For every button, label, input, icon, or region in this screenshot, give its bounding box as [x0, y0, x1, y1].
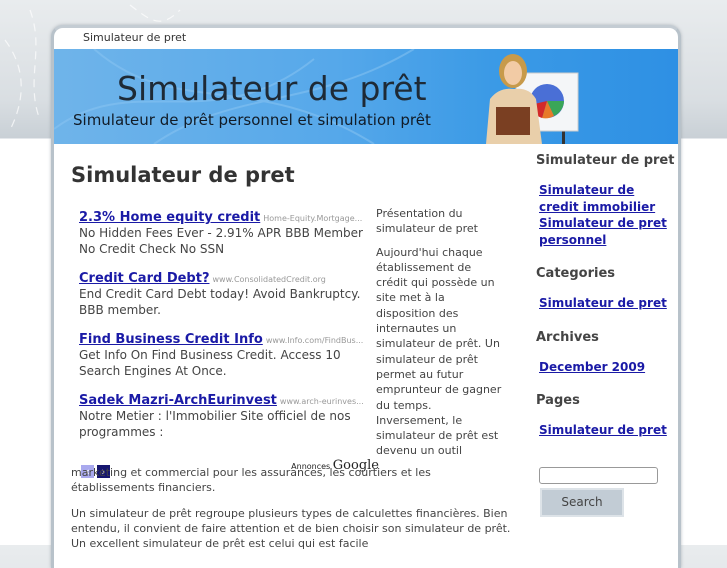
ad-item: 2.3% Home equity credit Home-Equity.Mortg…	[79, 206, 371, 257]
sidebar-section-simulateur: Simulateur de pret Simulateur de credit …	[536, 153, 676, 248]
ad-url[interactable]: Home-Equity.Mortgage...	[263, 214, 362, 223]
ad-url[interactable]: www.ConsolidatedCredit.org	[213, 275, 326, 284]
search-form: Search	[536, 465, 676, 517]
post-intro-text: Présentation du simulateur de pret Aujou…	[376, 206, 506, 467]
sidebar-heading: Pages	[536, 393, 580, 408]
ad-title-link[interactable]: 2.3% Home equity credit	[79, 210, 260, 225]
sidebar-link[interactable]: Simulateur de pret	[536, 422, 676, 439]
banner-title: Simulateur de prêt	[117, 69, 427, 108]
sidebar: Simulateur de pret Simulateur de credit …	[536, 153, 676, 517]
ad-url[interactable]: www.arch-eurinves...	[280, 397, 364, 406]
header-banner: Simulateur de prêt Simulateur de prêt pe…	[54, 49, 678, 144]
sidebar-heading: Simulateur de pret	[536, 153, 675, 168]
post-title: Simulateur de pret	[71, 163, 295, 187]
ad-title-link[interactable]: Sadek Mazri-ArchEurinvest	[79, 393, 277, 408]
ad-description: No Hidden Fees Ever - 2.91% APR BBB Memb…	[79, 226, 363, 256]
sidebar-heading: Categories	[536, 266, 616, 281]
sidebar-link[interactable]: Simulateur de pret	[536, 295, 676, 312]
ad-description: Notre Metier : l'Immobilier Site officie…	[79, 409, 351, 439]
page-container: Simulateur de pret Simulateur de prêt Si…	[51, 25, 681, 568]
post-body-text: marketing et commercial pour les assuran…	[71, 465, 511, 561]
sidebar-section-categories: Categories Simulateur de pret	[536, 266, 676, 312]
search-button[interactable]: Search	[540, 487, 624, 517]
google-ads-block: 2.3% Home equity credit Home-Equity.Mortg…	[79, 206, 379, 478]
ad-title-link[interactable]: Find Business Credit Info	[79, 332, 263, 347]
ad-url[interactable]: www.Info.com/FindBus...	[266, 336, 364, 345]
post-paragraph: Aujourd'hui chaque établissement de créd…	[376, 245, 502, 458]
search-input[interactable]	[539, 466, 658, 484]
ad-title-link[interactable]: Credit Card Debt?	[79, 271, 210, 286]
post-paragraph: Présentation du simulateur de pret	[376, 207, 478, 236]
sidebar-link[interactable]: December 2009	[536, 359, 676, 376]
site-name-link[interactable]: Simulateur de pret	[54, 28, 678, 48]
ad-description: Get Info On Find Business Credit. Access…	[79, 348, 341, 378]
post-paragraph: marketing et commercial pour les assuran…	[71, 466, 431, 495]
ad-item: Credit Card Debt? www.ConsolidatedCredit.…	[79, 267, 371, 318]
sidebar-section-archives: Archives December 2009	[536, 330, 676, 376]
sidebar-link[interactable]: Simulateur de credit immobilier	[536, 182, 676, 215]
ad-item: Find Business Credit Info www.Info.com/Fi…	[79, 328, 371, 379]
sidebar-heading: Archives	[536, 329, 599, 345]
sidebar-section-pages: Pages Simulateur de pret	[536, 393, 676, 439]
banner-subtitle: Simulateur de prêt personnel et simulati…	[73, 111, 431, 129]
businesswoman-illustration	[486, 54, 579, 144]
ad-item: Sadek Mazri-ArchEurinvest www.arch-eurinv…	[79, 389, 371, 440]
sidebar-link[interactable]: Simulateur de pret personnel	[536, 215, 676, 248]
ad-description: End Credit Card Debt today! Avoid Bankru…	[79, 287, 361, 317]
